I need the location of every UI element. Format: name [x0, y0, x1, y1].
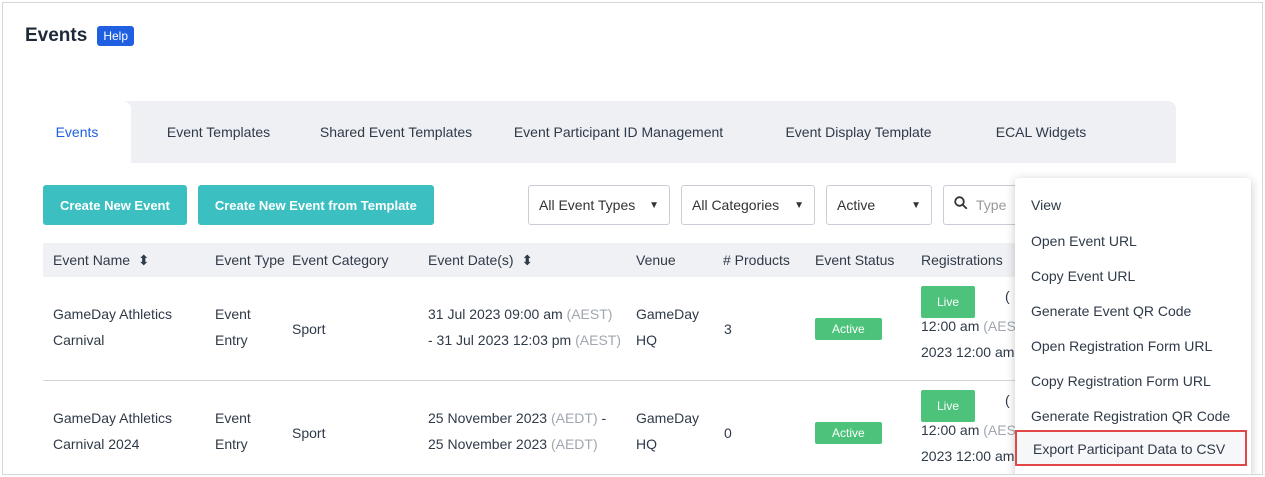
event-actions-menu: View Open Event URL Copy Event URL Gener… [1015, 178, 1251, 474]
event-type-select[interactable]: All Event Types ▼ [528, 185, 670, 225]
create-from-template-button[interactable]: Create New Event from Template [197, 185, 434, 225]
tab-shared-event-templates[interactable]: Shared Event Templates [306, 101, 486, 163]
chevron-down-icon: ▼ [911, 199, 921, 211]
menu-item-copy-registration-form-url[interactable]: Copy Registration Form URL [1031, 373, 1211, 389]
menu-item-copy-event-url[interactable]: Copy Event URL [1031, 268, 1135, 284]
products-count: 0 [724, 425, 732, 441]
venue: GameDay HQ [636, 410, 700, 452]
sort-icon[interactable]: ⬍ [517, 252, 533, 268]
menu-item-open-event-url[interactable]: Open Event URL [1031, 233, 1137, 249]
tab-events[interactable]: Events [23, 101, 131, 163]
tab-event-templates[interactable]: Event Templates [131, 101, 306, 163]
venue: GameDay HQ [636, 306, 700, 348]
col-registrations: Registrations [921, 252, 1003, 268]
menu-item-view[interactable]: View [1031, 197, 1061, 213]
col-event-status: Event Status [815, 252, 895, 268]
toolbar: Create New Event Create New Event from T… [43, 185, 445, 225]
page-header: Events Help [25, 25, 134, 47]
event-dates: 25 November 2023 (AEDT) - 25 November 20… [428, 410, 607, 452]
chevron-down-icon: ▼ [649, 199, 659, 211]
tab-event-display-template[interactable]: Event Display Template [751, 101, 966, 163]
event-category: Sport [292, 321, 326, 337]
col-event-type: Event Type [215, 252, 285, 268]
tab-event-participant-id-management[interactable]: Event Participant ID Management [486, 101, 751, 163]
category-value: All Categories [692, 197, 780, 213]
col-products: # Products [723, 252, 790, 268]
chevron-down-icon: ▼ [794, 199, 804, 211]
category-select[interactable]: All Categories ▼ [681, 185, 815, 225]
col-event-dates[interactable]: Event Date(s) ⬍ [428, 243, 533, 277]
menu-item-generate-event-qr[interactable]: Generate Event QR Code [1031, 303, 1191, 319]
col-event-category: Event Category [292, 252, 389, 268]
page-title: Events [25, 25, 88, 46]
status-value: Active [837, 197, 876, 213]
status-badge: Active [815, 381, 882, 474]
event-category: Sport [292, 425, 326, 441]
tab-ecal-widgets[interactable]: ECAL Widgets [966, 101, 1116, 163]
event-name[interactable]: GameDay Athletics Carnival 2024 [53, 405, 172, 457]
event-type: Event Entry [215, 306, 251, 348]
status-select[interactable]: Active ▼ [826, 185, 932, 225]
col-venue: Venue [636, 252, 676, 268]
event-type: Event Entry [215, 410, 251, 452]
help-button[interactable]: Help [97, 26, 134, 46]
menu-item-generate-registration-qr[interactable]: Generate Registration QR Code [1031, 408, 1230, 424]
sort-icon[interactable]: ⬍ [134, 252, 150, 268]
live-badge: Live [921, 390, 976, 422]
search-placeholder: Type [976, 197, 1007, 213]
products-count: 3 [724, 321, 732, 337]
create-event-button[interactable]: Create New Event [43, 185, 187, 225]
events-page: Events Help Events Event Templates Share… [2, 2, 1263, 475]
live-badge: Live [921, 286, 976, 318]
event-name[interactable]: GameDay Athletics Carnival [53, 301, 172, 353]
tabs-bar: Events Event Templates Shared Event Temp… [23, 101, 1176, 163]
status-badge: Active [815, 277, 882, 381]
event-type-value: All Event Types [539, 197, 636, 213]
col-event-name[interactable]: Event Name ⬍ [53, 243, 150, 277]
menu-item-export-participant-data[interactable]: Export Participant Data to CSV [1015, 430, 1247, 466]
search-icon [954, 196, 968, 214]
menu-item-open-registration-form-url[interactable]: Open Registration Form URL [1031, 338, 1212, 354]
event-dates: 31 Jul 2023 09:00 am (AEST) - 31 Jul 202… [428, 306, 621, 348]
